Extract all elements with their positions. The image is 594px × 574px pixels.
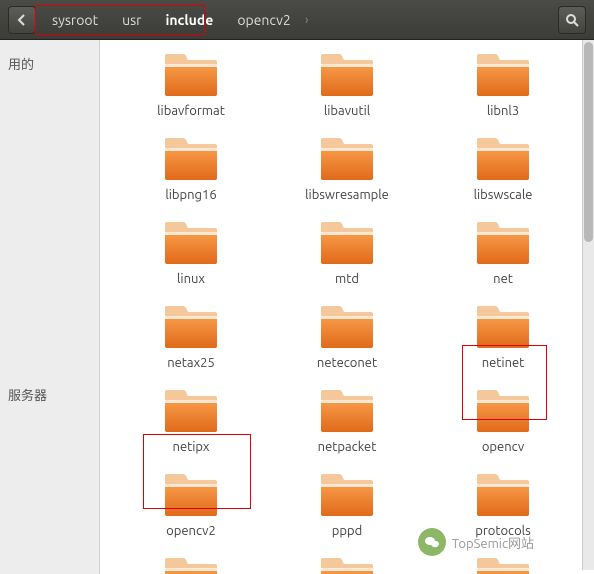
scroll-thumb[interactable]	[584, 42, 593, 242]
folder-label: libswscale	[474, 188, 533, 202]
folder-label: opencv	[482, 440, 524, 454]
folder-neteconet[interactable]: neteconet	[274, 304, 420, 370]
content-area: libavformat libavutil libnl3 libpng16 libswr…	[100, 40, 594, 574]
folder-label: mtd	[335, 272, 359, 286]
folder-icon	[163, 388, 219, 434]
folder-pppd[interactable]: pppd	[274, 472, 420, 538]
folder-libpng16[interactable]: libpng16	[118, 136, 264, 202]
sidebar: 用的 服务器	[0, 40, 100, 574]
folder-linux[interactable]: linux	[118, 220, 264, 286]
folder-icon	[319, 304, 375, 350]
folder-icon	[319, 136, 375, 182]
chevron-right-icon: ›	[303, 13, 311, 27]
folder-icon	[163, 136, 219, 182]
folder-label: libavformat	[157, 104, 225, 118]
folder-icon	[475, 304, 531, 350]
sidebar-label-used[interactable]: 用的	[0, 48, 99, 79]
folder-label: netpacket	[318, 440, 377, 454]
folder-icon	[163, 220, 219, 266]
folder-icon	[163, 304, 219, 350]
folder-icon	[319, 556, 375, 574]
wechat-icon	[418, 528, 446, 556]
folder-label: linux	[177, 272, 205, 286]
folder-icon	[475, 52, 531, 98]
folder-rpc[interactable]: rpc	[430, 556, 576, 574]
chevron-left-icon	[16, 14, 28, 26]
breadcrumb-item-usr[interactable]: usr	[110, 7, 153, 33]
breadcrumb: sysrootusrincludeopencv2›	[40, 7, 310, 33]
search-icon	[565, 13, 579, 27]
folder-netinet[interactable]: netinet	[430, 304, 576, 370]
toolbar: sysrootusrincludeopencv2›	[0, 0, 594, 40]
folder-icon	[163, 52, 219, 98]
folder-opencv2[interactable]: opencv2	[118, 472, 264, 538]
sidebar-label-server[interactable]: 服务器	[0, 379, 99, 410]
watermark-text: TopSemic网站	[452, 533, 534, 552]
folder-qt5[interactable]: qt5	[118, 556, 264, 574]
folder-netipx[interactable]: netipx	[118, 388, 264, 454]
folder-icon	[475, 472, 531, 518]
folder-libnl3[interactable]: libnl3	[430, 52, 576, 118]
folder-net[interactable]: net	[430, 220, 576, 286]
folder-icon	[319, 472, 375, 518]
folder-icon	[319, 220, 375, 266]
folder-label: netax25	[167, 356, 215, 370]
folder-label: libnl3	[487, 104, 519, 118]
folder-mtd[interactable]: mtd	[274, 220, 420, 286]
scrollbar[interactable]	[582, 40, 594, 570]
folder-label: libpng16	[165, 188, 216, 202]
breadcrumb-item-opencv2[interactable]: opencv2	[225, 7, 303, 33]
back-button[interactable]	[8, 6, 36, 34]
folder-label: net	[493, 272, 513, 286]
folder-label: libswresample	[305, 188, 389, 202]
folder-icon	[475, 556, 531, 574]
folder-opencv[interactable]: opencv	[430, 388, 576, 454]
search-button[interactable]	[558, 6, 586, 34]
folder-label: netipx	[173, 440, 210, 454]
main-area: 用的 服务器 libavformat libavutil libnl3 libpng1…	[0, 40, 594, 574]
folder-label: neteconet	[317, 356, 377, 370]
folder-icon	[163, 556, 219, 574]
folder-netpacket[interactable]: netpacket	[274, 388, 420, 454]
folder-label: opencv2	[166, 524, 216, 538]
folder-grid: libavformat libavutil libnl3 libpng16 libswr…	[100, 40, 594, 574]
breadcrumb-item-sysroot[interactable]: sysroot	[40, 7, 110, 33]
folder-libavformat[interactable]: libavformat	[118, 52, 264, 118]
folder-rdma[interactable]: rdma	[274, 556, 420, 574]
breadcrumb-item-include[interactable]: include	[153, 7, 225, 33]
folder-icon	[475, 388, 531, 434]
watermark: TopSemic网站	[418, 528, 534, 556]
folder-libswscale[interactable]: libswscale	[430, 136, 576, 202]
folder-label: netinet	[482, 356, 525, 370]
folder-netax25[interactable]: netax25	[118, 304, 264, 370]
folder-icon	[475, 136, 531, 182]
folder-icon	[319, 52, 375, 98]
folder-label: libavutil	[324, 104, 370, 118]
folder-icon	[475, 220, 531, 266]
folder-icon	[319, 388, 375, 434]
folder-libswresample[interactable]: libswresample	[274, 136, 420, 202]
folder-icon	[163, 472, 219, 518]
folder-libavutil[interactable]: libavutil	[274, 52, 420, 118]
folder-label: pppd	[332, 524, 362, 538]
